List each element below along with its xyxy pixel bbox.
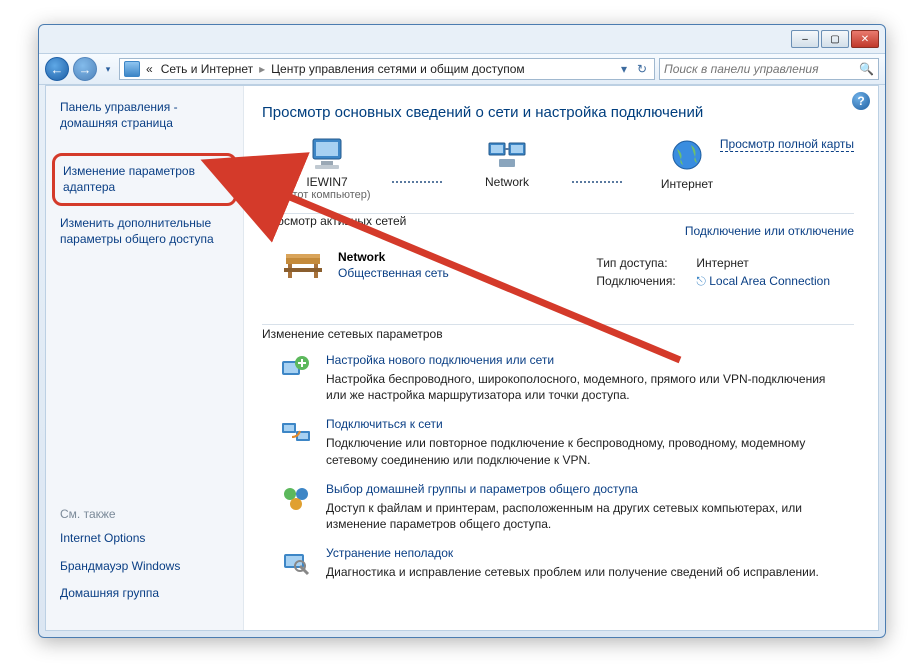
connection-link[interactable]: Local Area Connection	[709, 274, 830, 288]
change-settings-section: Изменение сетевых параметров Настройка н…	[262, 324, 854, 580]
network-map: Просмотр полной карты IEWIN7 (этот компь…	[262, 137, 854, 201]
addr-prefix[interactable]: «	[144, 60, 155, 78]
sidebar-adapter-settings[interactable]: Изменение параметров адаптера	[63, 164, 226, 195]
refresh-icon[interactable]: ↻	[634, 61, 650, 77]
task-homegroup: Выбор домашней группы и параметров общег…	[280, 482, 854, 532]
map-this-pc: IEWIN7 (этот компьютер)	[262, 137, 392, 201]
connect-network-icon	[280, 417, 312, 449]
main-content: ? Просмотр основных сведений о сети и на…	[244, 86, 878, 630]
sidebar-firewall[interactable]: Брандмауэр Windows	[60, 559, 229, 575]
search-icon: 🔍	[859, 62, 874, 76]
addr-dropdown-icon[interactable]: ▾	[616, 61, 632, 77]
map-network-name: Network	[442, 175, 572, 189]
sidebar-see-also: См. также Internet Options Брандмауэр Wi…	[46, 495, 243, 630]
change-settings-header: Изменение сетевых параметров	[262, 327, 451, 341]
chevron-right-icon: ▸	[259, 62, 265, 76]
maximize-button[interactable]: ▢	[821, 30, 849, 48]
nav-toolbar: ← → ▾ « Сеть и Интернет ▸ Центр управлен…	[39, 53, 885, 85]
task-troubleshoot: Устранение неполадок Диагностика и испра…	[280, 546, 854, 580]
sidebar-home-link[interactable]: Панель управления - домашняя страница	[60, 100, 229, 131]
bench-icon	[282, 248, 324, 282]
close-button[interactable]: ✕	[851, 30, 879, 48]
highlight-box: Изменение параметров адаптера	[52, 153, 237, 206]
task-new-connection-link[interactable]: Настройка нового подключения или сети	[326, 353, 846, 367]
access-type-value: Интернет	[696, 256, 748, 270]
breadcrumb-seg-2[interactable]: Центр управления сетями и общим доступом	[269, 60, 527, 78]
map-internet-label: Интернет	[622, 177, 752, 191]
new-connection-icon	[280, 353, 312, 385]
window-frame: – ▢ ✕ ← → ▾ « Сеть и Интернет ▸ Центр уп…	[38, 24, 886, 638]
connect-disconnect-link[interactable]: Подключение или отключение	[685, 224, 854, 238]
titlebar: – ▢ ✕	[39, 25, 885, 53]
connections-label: Подключения:	[596, 274, 696, 289]
search-box[interactable]: 🔍	[659, 58, 879, 80]
minimize-button[interactable]: –	[791, 30, 819, 48]
address-bar[interactable]: « Сеть и Интернет ▸ Центр управления сет…	[119, 58, 655, 80]
ethernet-icon: ⎋	[696, 274, 706, 288]
task-connect-network: Подключиться к сети Подключение или повт…	[280, 417, 854, 467]
map-connector-2	[572, 157, 622, 183]
troubleshoot-icon	[280, 546, 312, 578]
sidebar: Панель управления - домашняя страница Из…	[46, 86, 244, 630]
back-button[interactable]: ←	[45, 57, 69, 81]
task-connect-network-desc: Подключение или повторное подключение к …	[326, 435, 846, 467]
map-connector-1	[392, 157, 442, 183]
sidebar-advanced-sharing[interactable]: Изменить дополнительные параметры общего…	[60, 216, 229, 247]
forward-button[interactable]: →	[73, 57, 97, 81]
task-new-connection-desc: Настройка беспроводного, широкополосного…	[326, 371, 846, 403]
breadcrumb-seg-1[interactable]: Сеть и Интернет	[159, 60, 255, 78]
client-area: Панель управления - домашняя страница Из…	[45, 85, 879, 631]
network-name: Network	[338, 250, 449, 264]
map-pc-sub: (этот компьютер)	[262, 189, 392, 201]
network-icon	[442, 137, 572, 171]
history-dropdown-icon[interactable]: ▾	[101, 60, 115, 78]
task-homegroup-desc: Доступ к файлам и принтерам, расположенн…	[326, 500, 846, 532]
network-type-link[interactable]: Общественная сеть	[338, 266, 449, 280]
sidebar-internet-options[interactable]: Internet Options	[60, 531, 229, 547]
task-new-connection: Настройка нового подключения или сети На…	[280, 353, 854, 403]
help-icon[interactable]: ?	[852, 92, 870, 110]
network-center-icon	[124, 61, 140, 77]
active-networks-section: Просмотр активных сетей Подключение или …	[262, 213, 854, 314]
access-type-label: Тип доступа:	[596, 256, 696, 270]
page-title: Просмотр основных сведений о сети и наст…	[262, 104, 854, 121]
active-networks-header: Просмотр активных сетей	[262, 214, 414, 228]
full-map-link[interactable]: Просмотр полной карты	[720, 137, 854, 152]
map-network: Network	[442, 137, 572, 189]
computer-icon	[262, 137, 392, 171]
see-also-header: См. также	[60, 507, 229, 521]
task-homegroup-link[interactable]: Выбор домашней группы и параметров общег…	[326, 482, 846, 496]
homegroup-icon	[280, 482, 312, 514]
task-connect-network-link[interactable]: Подключиться к сети	[326, 417, 846, 431]
task-troubleshoot-desc: Диагностика и исправление сетевых пробле…	[326, 564, 819, 580]
map-pc-name: IEWIN7	[262, 175, 392, 189]
task-troubleshoot-link[interactable]: Устранение неполадок	[326, 546, 819, 560]
sidebar-homegroup[interactable]: Домашняя группа	[60, 586, 229, 602]
search-input[interactable]	[664, 62, 859, 76]
network-properties: Тип доступа: Интернет Подключения: ⎋ Loc…	[596, 256, 830, 293]
